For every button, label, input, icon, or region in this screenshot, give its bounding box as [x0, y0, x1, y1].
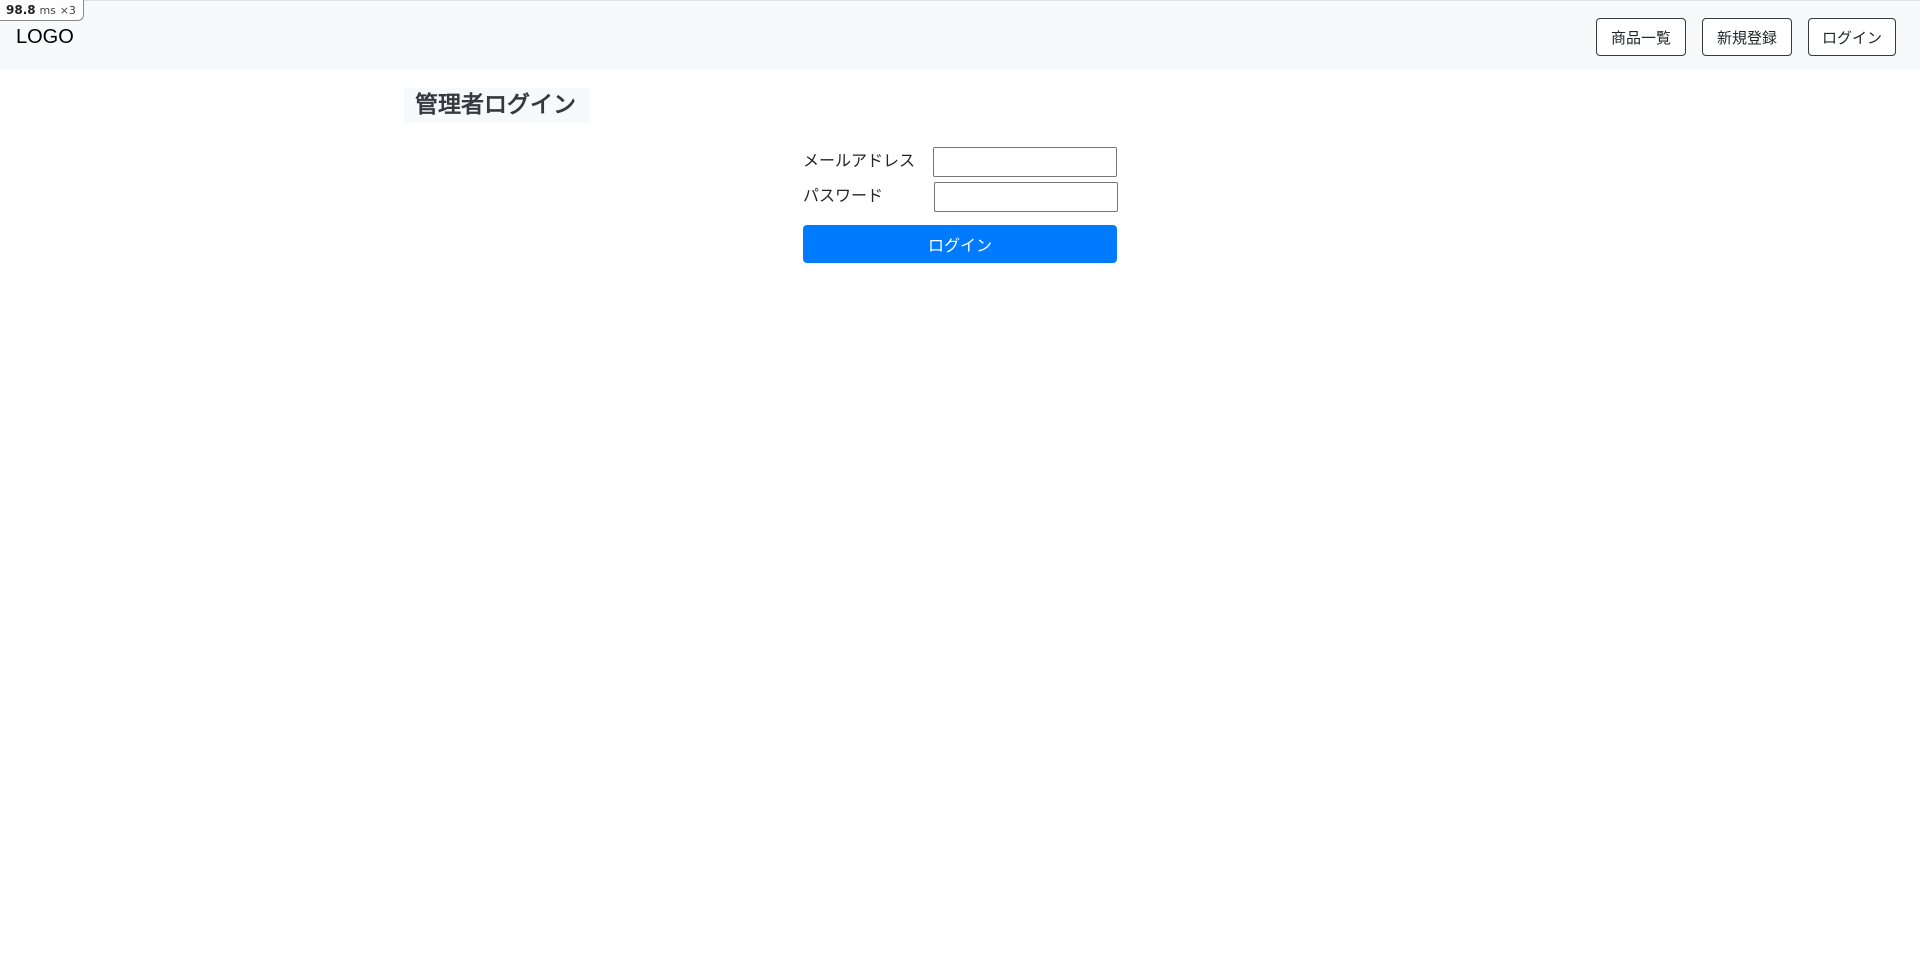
perf-multiplier: ×3 [59, 4, 76, 17]
perf-badge: 98.8 ms ×3 [0, 0, 84, 21]
email-field[interactable] [933, 147, 1117, 177]
login-submit-button[interactable]: ログイン [803, 225, 1117, 263]
navbar: LOGO 商品一覧 新規登録 ログイン [0, 0, 1920, 70]
perf-value: 98.8 [6, 3, 36, 17]
logo[interactable]: LOGO [16, 25, 74, 49]
nav-register-button[interactable]: 新規登録 [1702, 18, 1792, 56]
perf-unit: ms [39, 4, 56, 17]
nav-login-button[interactable]: ログイン [1808, 18, 1896, 56]
email-label: メールアドレス [803, 151, 916, 170]
nav-products-button[interactable]: 商品一覧 [1596, 18, 1686, 56]
page-title: 管理者ログイン [404, 88, 590, 123]
password-label: パスワード [803, 186, 884, 205]
password-field[interactable] [934, 182, 1118, 212]
